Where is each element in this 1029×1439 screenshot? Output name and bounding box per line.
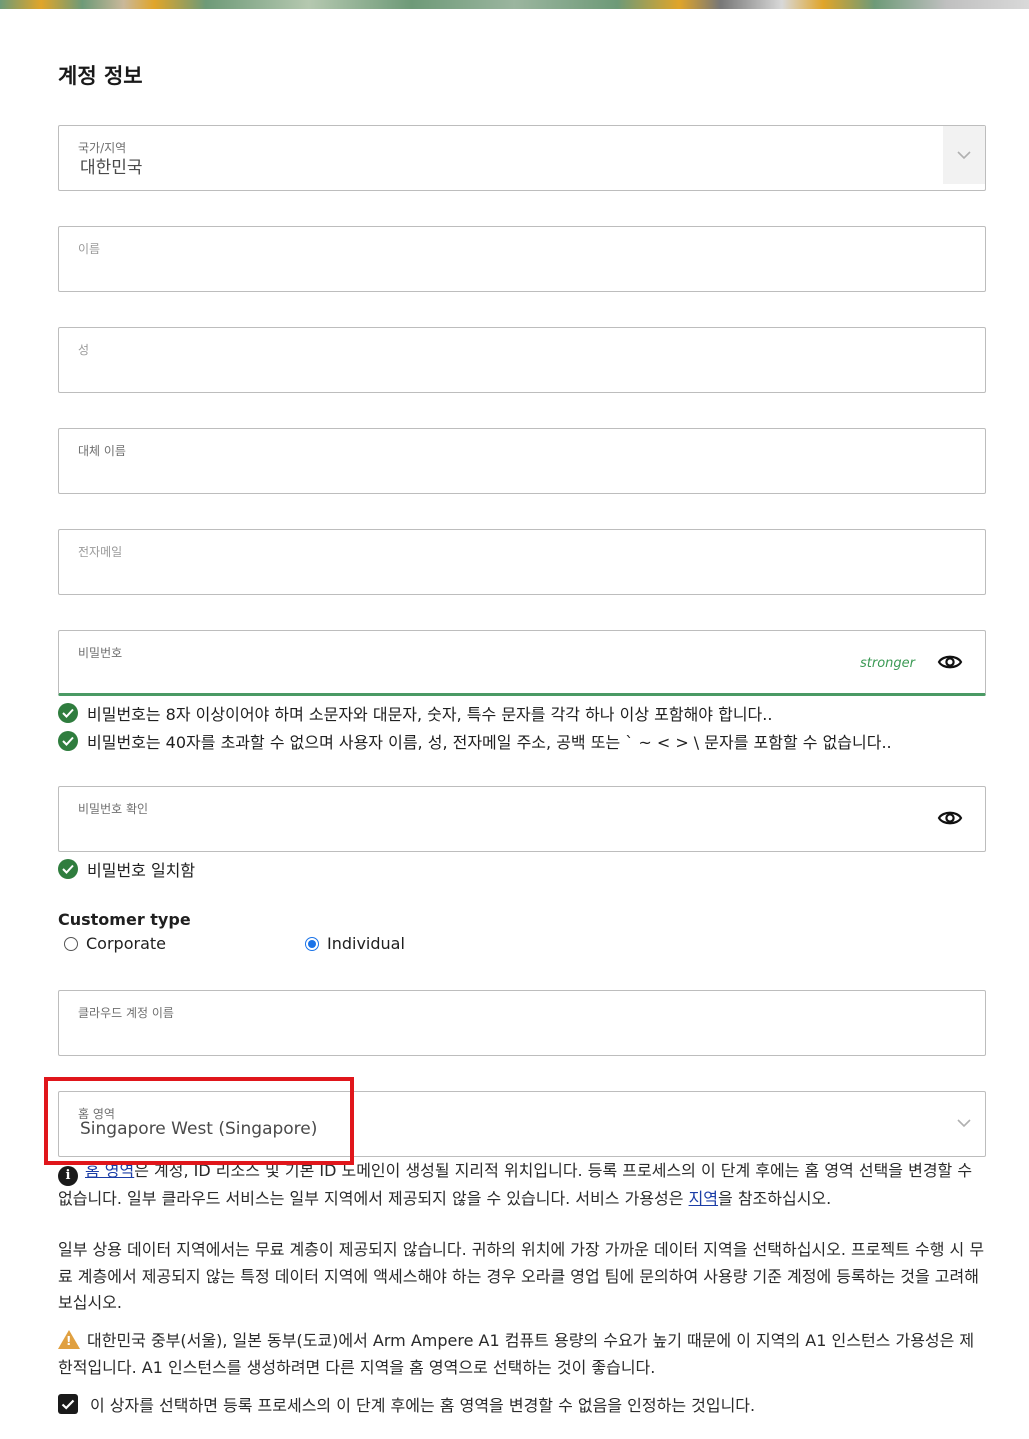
password-strength: stronger xyxy=(859,656,915,671)
password-field[interactable]: 비밀번호 stronger xyxy=(58,630,986,696)
password-match-status: 비밀번호 일치함 xyxy=(58,857,195,881)
customer-type-label: Customer type xyxy=(58,910,191,929)
warning-text: 대한민국 중부(서울), 일본 동부(도쿄)에서 Arm Ampere A1 컴… xyxy=(58,1331,975,1377)
eye-icon[interactable] xyxy=(937,805,963,831)
radio-individual-label: Individual xyxy=(327,934,405,953)
acknowledge-text: 이 상자를 선택하면 등록 프로세스의 이 단계 후에는 홈 영역을 변경할 수… xyxy=(90,1396,756,1415)
password-label: 비밀번호 xyxy=(78,646,123,660)
capacity-warning: ! 대한민국 중부(서울), 일본 동부(도쿄)에서 Arm Ampere A1 … xyxy=(58,1328,988,1381)
home-region-link[interactable]: 홈 영역 xyxy=(85,1161,134,1180)
last-name-field[interactable]: 성 xyxy=(58,327,986,393)
alternate-name-label: 대체 이름 xyxy=(78,444,126,458)
header-banner xyxy=(0,0,1029,9)
cloud-account-name-field[interactable]: 클라우드 계정 이름 xyxy=(58,990,986,1056)
acknowledge-checkbox-row[interactable]: 이 상자를 선택하면 등록 프로세스의 이 단계 후에는 홈 영역을 변경할 수… xyxy=(58,1392,755,1416)
radio-corporate[interactable]: Corporate xyxy=(64,934,166,953)
home-region-info: i 홈 영역은 계정, ID 리소스 및 기본 ID 도메인이 생성될 지리적 위… xyxy=(58,1158,988,1213)
radio-button[interactable] xyxy=(64,936,78,951)
alternate-name-field[interactable]: 대체 이름 xyxy=(58,428,986,494)
regions-link[interactable]: 지역 xyxy=(689,1189,718,1208)
confirm-password-label: 비밀번호 확인 xyxy=(78,802,149,816)
chevron-down-icon[interactable] xyxy=(953,1112,975,1134)
chevron-down-icon[interactable] xyxy=(943,126,985,184)
eye-icon[interactable] xyxy=(937,649,963,675)
check-circle-icon xyxy=(58,703,78,723)
password-rule-length: 비밀번호는 8자 이상이어야 하며 소문자와 대문자, 숫자, 특수 문자를 각… xyxy=(58,701,772,725)
password-match-text: 비밀번호 일치함 xyxy=(87,861,196,880)
home-region-value: Singapore West (Singapore) xyxy=(80,1119,318,1139)
warning-icon: ! xyxy=(58,1330,80,1349)
check-circle-icon xyxy=(58,859,78,879)
home-region-select[interactable]: 홈 영역 Singapore West (Singapore) xyxy=(58,1091,986,1157)
country-value: 대한민국 xyxy=(80,158,143,178)
first-name-field[interactable]: 이름 xyxy=(58,226,986,292)
info-text-2: 을 참조하십시오. xyxy=(718,1189,832,1208)
password-rule-chars: 비밀번호는 40자를 초과할 수 없으며 사용자 이름, 성, 전자메일 주소,… xyxy=(58,729,892,753)
country-select[interactable]: 국가/지역 대한민국 xyxy=(58,125,986,191)
radio-corporate-label: Corporate xyxy=(86,934,166,953)
page-title: 계정 정보 xyxy=(58,64,143,88)
password-rule-text: 비밀번호는 8자 이상이어야 하며 소문자와 대문자, 숫자, 특수 문자를 각… xyxy=(87,705,773,724)
free-tier-info: 일부 상용 데이터 지역에서는 무료 계층이 제공되지 않습니다. 귀하의 위치… xyxy=(58,1240,985,1312)
check-circle-icon xyxy=(58,731,78,751)
last-name-label: 성 xyxy=(78,343,90,357)
confirm-password-field[interactable]: 비밀번호 확인 xyxy=(58,786,986,852)
password-rule-text: 비밀번호는 40자를 초과할 수 없으며 사용자 이름, 성, 전자메일 주소,… xyxy=(87,733,892,752)
checkbox-checked[interactable] xyxy=(58,1394,78,1414)
radio-individual[interactable]: Individual xyxy=(305,934,405,953)
first-name-label: 이름 xyxy=(78,242,101,256)
info-text-1: 은 계정, ID 리소스 및 기본 ID 도메인이 생성될 지리적 위치입니다.… xyxy=(58,1161,973,1208)
email-label: 전자메일 xyxy=(78,545,123,559)
cloud-account-name-label: 클라우드 계정 이름 xyxy=(78,1006,174,1020)
info-icon: i xyxy=(58,1166,78,1186)
radio-button-selected[interactable] xyxy=(305,936,319,951)
email-field[interactable]: 전자메일 xyxy=(58,529,986,595)
